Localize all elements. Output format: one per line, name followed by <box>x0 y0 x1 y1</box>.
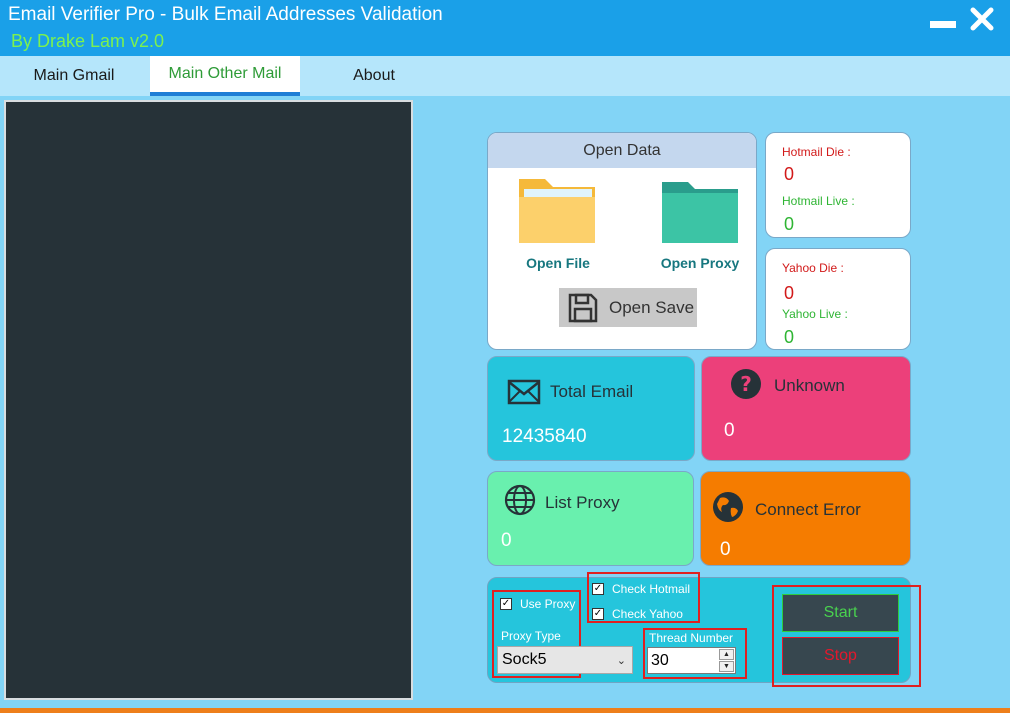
stepper-down-icon[interactable]: ▼ <box>719 661 734 672</box>
folder-icon <box>662 182 738 243</box>
hotmail-die-value: 0 <box>784 164 795 184</box>
unknown-value: 0 <box>724 420 735 441</box>
proxy-type-value: Sock5 <box>502 651 547 668</box>
globe-icon <box>504 484 536 516</box>
tab-main-gmail[interactable]: Main Gmail <box>4 56 144 96</box>
yahoo-live-label: Yahoo Live : <box>782 307 848 321</box>
hotmail-stats-card: Hotmail Die : 0 Hotmail Live : 0 <box>765 132 911 238</box>
check-hotmail-label: Check Hotmail <box>612 582 691 596</box>
yahoo-die-label: Yahoo Die : <box>782 261 844 275</box>
thread-number-label: Thread Number <box>649 631 734 645</box>
yahoo-live-value: 0 <box>784 327 795 347</box>
hotmail-live-label: Hotmail Live : <box>782 194 855 208</box>
total-email-label: Total Email <box>550 382 634 401</box>
total-email-value: 12435840 <box>502 426 587 447</box>
stepper-up-icon[interactable]: ▲ <box>719 649 734 660</box>
bottom-accent-strip <box>0 708 1010 713</box>
tab-about[interactable]: About <box>305 56 443 96</box>
question-circle-icon: ? <box>731 369 761 399</box>
close-icon <box>970 7 994 31</box>
tab-bar: Main Gmail Main Other Mail About <box>0 56 1010 96</box>
close-button[interactable] <box>968 4 996 34</box>
open-data-panel: Open Data Open File Open Proxy Open Save <box>487 132 757 350</box>
open-save-button[interactable]: Open Save <box>559 288 697 327</box>
total-email-card: Total Email 12435840 <box>487 356 695 461</box>
window-title: Email Verifier Pro - Bulk Email Addresse… <box>8 4 443 25</box>
connect-error-card: Connect Error 0 <box>700 471 911 566</box>
checkbox-check-icon: ✓ <box>592 583 604 595</box>
unknown-label: Unknown <box>774 376 845 395</box>
connect-error-label: Connect Error <box>755 500 861 519</box>
folder-open-icon <box>519 179 595 243</box>
unknown-card: ? Unknown 0 <box>701 356 911 461</box>
hotmail-die-label: Hotmail Die : <box>782 145 851 159</box>
start-button[interactable]: Start <box>782 594 899 632</box>
email-log-panel[interactable] <box>4 100 413 700</box>
open-save-label: Open Save <box>609 297 695 317</box>
list-proxy-label: List Proxy <box>545 493 620 512</box>
proxy-type-label: Proxy Type <box>501 629 561 643</box>
thread-number-stepper[interactable]: 30 ▲ ▼ <box>647 647 736 674</box>
checkbox-check-icon: ✓ <box>592 608 604 620</box>
title-bar: Email Verifier Pro - Bulk Email Addresse… <box>0 0 1010 56</box>
check-hotmail-checkbox[interactable]: ✓ Check Hotmail <box>592 582 690 596</box>
minimize-button[interactable] <box>930 21 956 28</box>
list-proxy-card: List Proxy 0 <box>487 471 694 566</box>
check-yahoo-checkbox[interactable]: ✓ Check Yahoo <box>592 607 683 621</box>
open-file-button[interactable]: Open File <box>510 173 606 271</box>
stop-button[interactable]: Stop <box>782 637 899 675</box>
proxy-type-select[interactable]: Sock5 ⌄ <box>497 646 633 674</box>
hotmail-live-value: 0 <box>784 214 795 234</box>
use-proxy-label: Use Proxy <box>520 597 576 611</box>
thread-number-value: 30 <box>651 651 669 669</box>
earth-icon <box>713 492 743 522</box>
tab-main-other-mail[interactable]: Main Other Mail <box>150 56 300 96</box>
open-file-label: Open File <box>526 255 590 271</box>
window-subtitle: By Drake Lam v2.0 <box>11 31 165 51</box>
open-data-header: Open Data <box>488 133 756 168</box>
list-proxy-value: 0 <box>501 530 512 551</box>
svg-text:?: ? <box>740 372 752 396</box>
check-yahoo-label: Check Yahoo <box>612 607 683 621</box>
floppy-disk-icon <box>568 293 598 322</box>
open-proxy-label: Open Proxy <box>660 255 740 271</box>
chevron-down-icon: ⌄ <box>616 655 626 667</box>
connect-error-value: 0 <box>720 539 731 560</box>
yahoo-stats-card: Yahoo Die : 0 Yahoo Live : 0 <box>765 248 911 350</box>
envelope-icon <box>507 379 541 405</box>
open-proxy-button[interactable]: Open Proxy <box>652 178 748 271</box>
yahoo-die-value: 0 <box>784 283 795 303</box>
checkbox-check-icon: ✓ <box>500 598 512 610</box>
use-proxy-checkbox[interactable]: ✓ Use Proxy <box>500 597 575 611</box>
